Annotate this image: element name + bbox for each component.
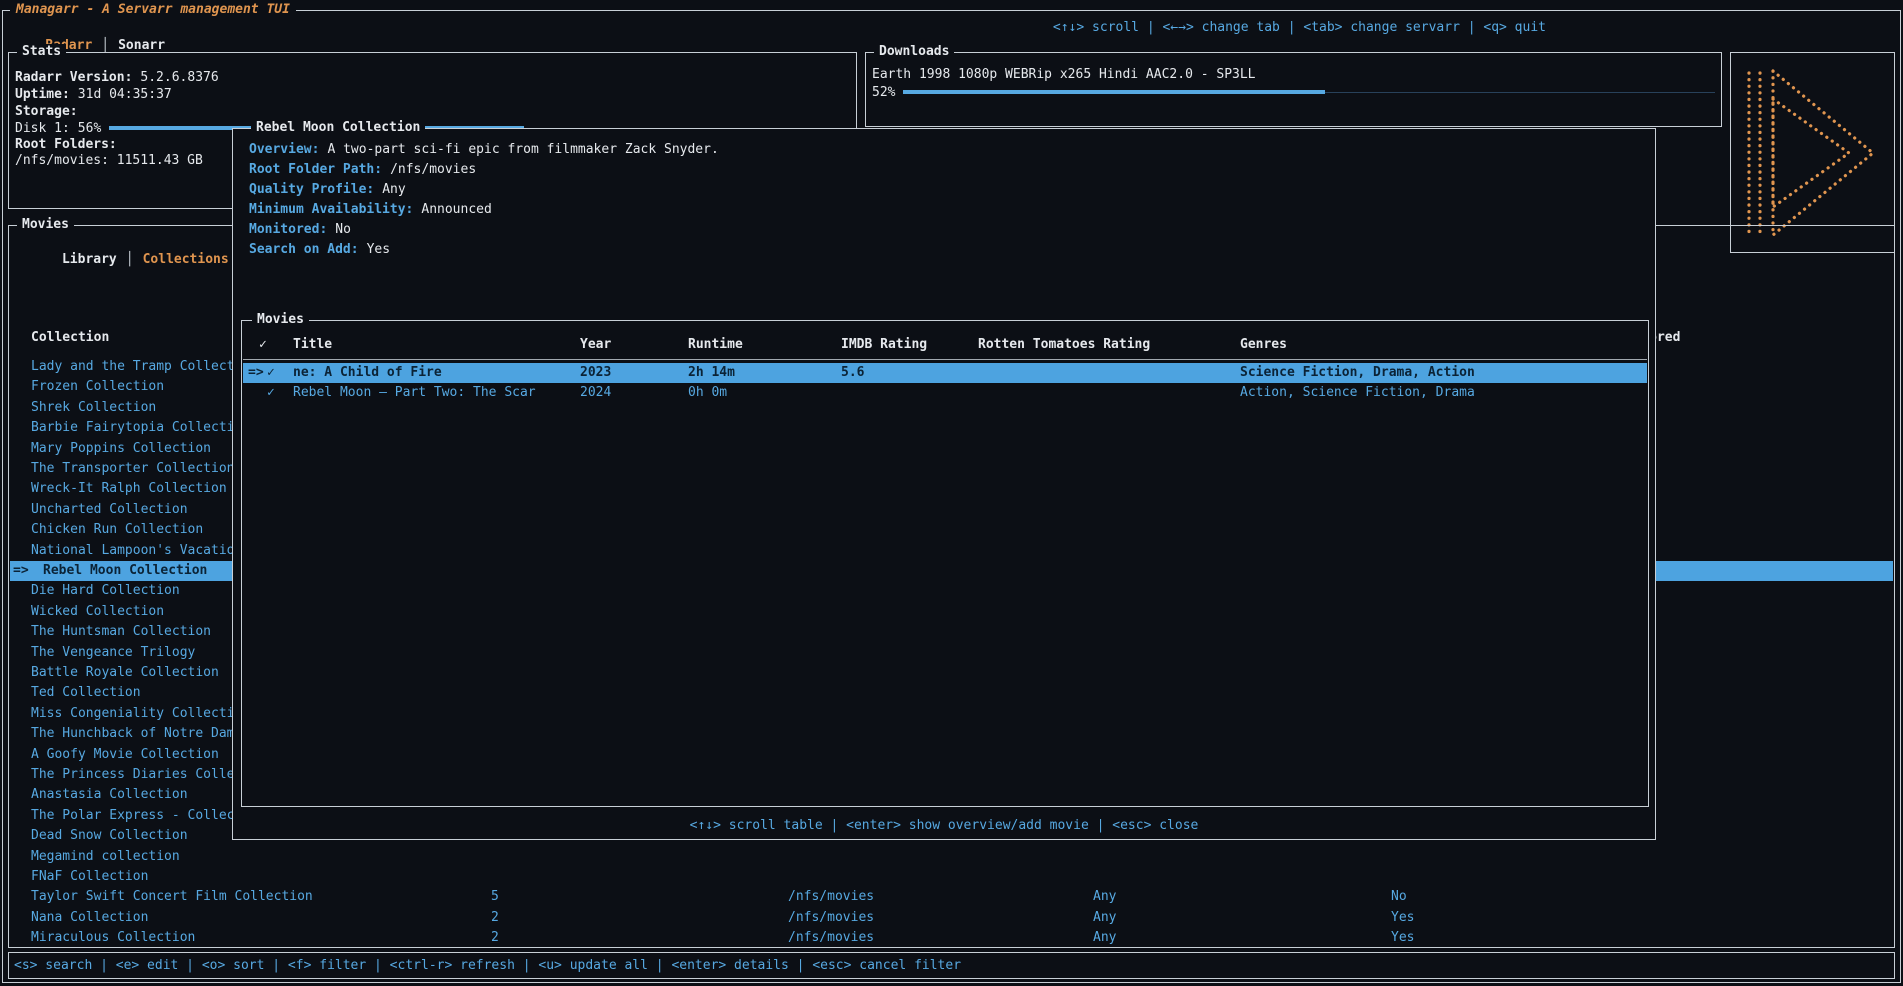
collection-name: Frozen Collection (31, 377, 164, 397)
collection-name: Megamind collection (31, 847, 180, 867)
collection-name: Shrek Collection (31, 398, 156, 418)
disk-label: Disk 1: (15, 120, 70, 137)
download-gauge (903, 84, 1715, 101)
collection-row[interactable]: Taylor Swift Concert Film Collection 5/nf… (10, 887, 1893, 907)
movie-runtime: 2h 14m (688, 363, 735, 383)
field-quality-profile: Quality Profile:Any (249, 180, 406, 200)
movie-genres: Science Fiction, Drama, Action (1240, 363, 1475, 383)
collection-name: The Transporter Collection (31, 459, 235, 479)
collection-row[interactable]: Megamind collection (10, 847, 1893, 867)
collection-name: Miraculous Collection (31, 928, 195, 948)
movies-tab-library[interactable]: Library (62, 252, 117, 267)
movie-title: ne: A Child of Fire (293, 363, 442, 383)
managarr-app: Managarr - A Servarr management TUI Rada… (0, 0, 1903, 986)
collection-name: Uncharted Collection (31, 500, 188, 520)
collection-row[interactable]: Miraculous Collection 2/nfs/movies Any Yes (10, 928, 1893, 948)
collection-name: Rebel Moon Collection (43, 561, 207, 581)
storage-label: Storage: (15, 103, 850, 120)
managarr-play-logo-icon (1741, 63, 1886, 243)
top-keybind-hints: <↑↓> scroll | <←→> change tab | <tab> ch… (1053, 19, 1546, 37)
collection-row[interactable]: FNaF Collection (10, 867, 1893, 887)
movies-tabs: Library│Collections (15, 233, 229, 251)
collection-name: Mary Poppins Collection (31, 439, 211, 459)
field-overview: Overview:A two-part sci-fi epic from fil… (249, 140, 719, 160)
movie-title: Rebel Moon – Part Two: The Scar (293, 383, 536, 403)
collection-name: Wreck-It Ralph Collection (31, 479, 227, 499)
uptime: Uptime:31d 04:35:37 (15, 86, 850, 103)
field-root-folder-path: Root Folder Path:/nfs/movies (249, 160, 476, 180)
selected-row-arrow: => (248, 363, 264, 383)
movie-monitored-check: ✓ (267, 363, 275, 383)
collection-name: Lady and the Tramp Collection (31, 357, 258, 377)
disk-usage-percent: 56% (78, 120, 101, 137)
modal-movies-table: Movies ✓TitleYearRuntimeIMDB RatingRotte… (241, 320, 1649, 807)
collection-details-modal: Rebel Moon Collection Overview:A two-par… (232, 128, 1656, 840)
collection-name: The Vengeance Trilogy (31, 643, 195, 663)
movie-monitored-check: ✓ (267, 383, 275, 403)
app-title: Managarr - A Servarr management TUI (10, 2, 296, 18)
download-percent: 52% (872, 84, 895, 101)
modal-title: Rebel Moon Collection (251, 120, 425, 136)
collection-name: Taylor Swift Concert Film Collection (31, 887, 313, 907)
collection-monitored: Yes (1391, 928, 1414, 948)
collection-movie-count: 2 (491, 908, 499, 928)
tab-separator: │ (117, 252, 143, 267)
collection-name: Nana Collection (31, 908, 148, 928)
collection-row[interactable]: Nana Collection 2/nfs/movies Any Yes (10, 908, 1893, 928)
collection-quality-profile: Any (1093, 887, 1116, 907)
collection-root-folder: /nfs/movies (788, 928, 874, 948)
movies-panel-title: Movies (17, 217, 74, 233)
collection-name: Miss Congeniality Collection (31, 704, 250, 724)
movie-year: 2024 (580, 383, 611, 403)
modal-keybind-hints: <↑↓> scroll table | <enter> show overvie… (233, 818, 1655, 833)
modal-movies-rows: =>✓ ne: A Child of Fire 2023 2h 14m 5.6 Scien… (243, 321, 1647, 806)
collection-name: FNaF Collection (31, 867, 148, 887)
movie-row[interactable]: =>✓ ne: A Child of Fire 2023 2h 14m 5.6 Scien… (243, 363, 1647, 383)
servarr-tab-sonarr[interactable]: Sonarr (118, 38, 165, 53)
selected-row-arrow: => (13, 561, 29, 581)
radarr-version: Radarr Version:5.2.6.8376 (15, 69, 850, 86)
collection-name: The Polar Express - Collection (31, 806, 266, 826)
download-item-title: Earth 1998 1080p WEBRip x265 Hindi AAC2.… (872, 66, 1715, 83)
collection-root-folder: /nfs/movies (788, 908, 874, 928)
collection-name: Die Hard Collection (31, 581, 180, 601)
collection-root-folder: /nfs/movies (788, 887, 874, 907)
collection-name: Chicken Run Collection (31, 520, 203, 540)
field-minimum-availability: Minimum Availability:Announced (249, 200, 492, 220)
collection-name: Battle Royale Collection (31, 663, 219, 683)
movie-runtime: 0h 0m (688, 383, 727, 403)
bottom-bar: <s> search | <e> edit | <o> sort | <f> f… (8, 952, 1895, 979)
logo-panel (1730, 52, 1895, 253)
stats-panel-title: Stats (17, 44, 66, 60)
collection-monitored: No (1391, 887, 1407, 907)
collection-name: Barbie Fairytopia Collection (31, 418, 250, 438)
bottom-keybind-hints: <s> search | <e> edit | <o> sort | <f> f… (9, 953, 1894, 978)
collection-name: Wicked Collection (31, 602, 164, 622)
field-search-on-add: Search on Add:Yes (249, 240, 390, 260)
movie-imdb-rating: 5.6 (841, 363, 864, 383)
movie-row[interactable]: ✓ Rebel Moon – Part Two: The Scar 2024 0h 0… (243, 383, 1647, 403)
collection-name: Dead Snow Collection (31, 826, 188, 846)
collection-name: Anastasia Collection (31, 785, 188, 805)
collection-name: A Goofy Movie Collection (31, 745, 219, 765)
servarr-tabs: Radarr│Sonarr (14, 19, 165, 37)
downloads-panel: Downloads Earth 1998 1080p WEBRip x265 H… (865, 52, 1722, 127)
movie-genres: Action, Science Fiction, Drama (1240, 383, 1475, 403)
collection-movie-count: 5 (491, 887, 499, 907)
collection-quality-profile: Any (1093, 928, 1116, 948)
movie-year: 2023 (580, 363, 611, 383)
collection-quality-profile: Any (1093, 908, 1116, 928)
field-monitored: Monitored:No (249, 220, 351, 240)
download-progress: 52% (872, 84, 1715, 101)
collection-name: The Huntsman Collection (31, 622, 211, 642)
movies-tab-collections[interactable]: Collections (143, 252, 229, 267)
collection-movie-count: 2 (491, 928, 499, 948)
column-header-collection: Collection (31, 328, 109, 348)
downloads-panel-title: Downloads (874, 44, 954, 60)
tab-separator: │ (92, 38, 118, 53)
download-gauge-fill (903, 90, 1325, 94)
collection-monitored: Yes (1391, 908, 1414, 928)
collection-name: Ted Collection (31, 683, 141, 703)
